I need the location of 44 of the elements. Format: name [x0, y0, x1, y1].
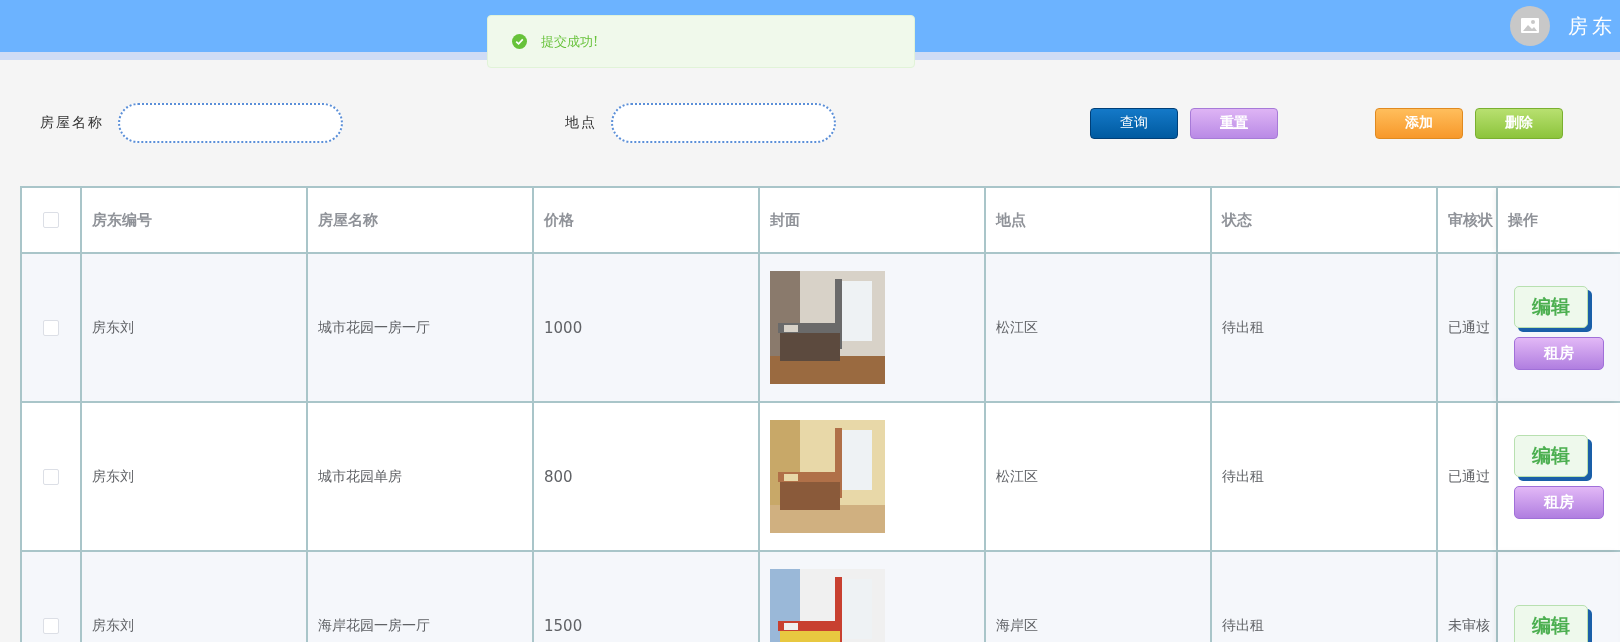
field-label: 地点: [565, 114, 597, 132]
column-header: 状态: [1222, 210, 1252, 230]
checkbox[interactable]: [43, 319, 59, 336]
reset-button[interactable]: 重置: [1190, 107, 1278, 139]
table-cell: 待出租: [1222, 467, 1264, 486]
column-header: 房东编号: [92, 210, 152, 230]
table-cell: 待出租: [1222, 318, 1264, 337]
query-button[interactable]: 查询: [1090, 107, 1178, 139]
table-cell: 800: [544, 467, 573, 486]
rent-button[interactable]: 租房: [1514, 336, 1604, 370]
add-button[interactable]: 添加: [1375, 107, 1463, 139]
table-cell: 房东刘: [92, 616, 134, 635]
rent-button[interactable]: 租房: [1514, 485, 1604, 519]
table-cell: 未审核: [1448, 616, 1490, 635]
table-cell: 海岸区: [996, 616, 1038, 635]
toast-message: 提交成功!: [541, 32, 599, 51]
input-field[interactable]: [118, 103, 343, 143]
table-cell: 待出租: [1222, 616, 1264, 635]
table-cell: 房东刘: [92, 318, 134, 337]
avatar-icon[interactable]: [1510, 6, 1550, 46]
checkbox[interactable]: [43, 468, 59, 485]
table-cell: 1500: [544, 616, 583, 635]
column-header: 房屋名称: [318, 210, 378, 230]
check-icon: [512, 34, 527, 49]
table-cell: 已通过: [1448, 467, 1490, 486]
column-header: 封面: [770, 210, 800, 230]
field-label: 房屋名称: [40, 114, 104, 132]
table-cell: 城市花园单房: [318, 467, 402, 486]
column-header: 地点: [996, 210, 1026, 230]
column-header: 审核状: [1448, 210, 1493, 230]
table-cell: 海岸花园一房一厅: [318, 616, 430, 635]
column-header: 操作: [1508, 210, 1538, 230]
checkbox[interactable]: [43, 212, 59, 228]
table-cell: 1000: [544, 318, 583, 337]
user-name[interactable]: 房东: [1568, 12, 1620, 40]
table-cell: 城市花园一房一厅: [318, 318, 430, 337]
input-field[interactable]: [611, 103, 836, 143]
delete-button[interactable]: 删除: [1475, 107, 1563, 139]
table-cell: 已通过: [1448, 318, 1490, 337]
table-cell: 房东刘: [92, 467, 134, 486]
checkbox[interactable]: [43, 617, 59, 634]
table-cell: 松江区: [996, 467, 1038, 486]
column-header: 价格: [544, 210, 574, 230]
table-cell: 松江区: [996, 318, 1038, 337]
